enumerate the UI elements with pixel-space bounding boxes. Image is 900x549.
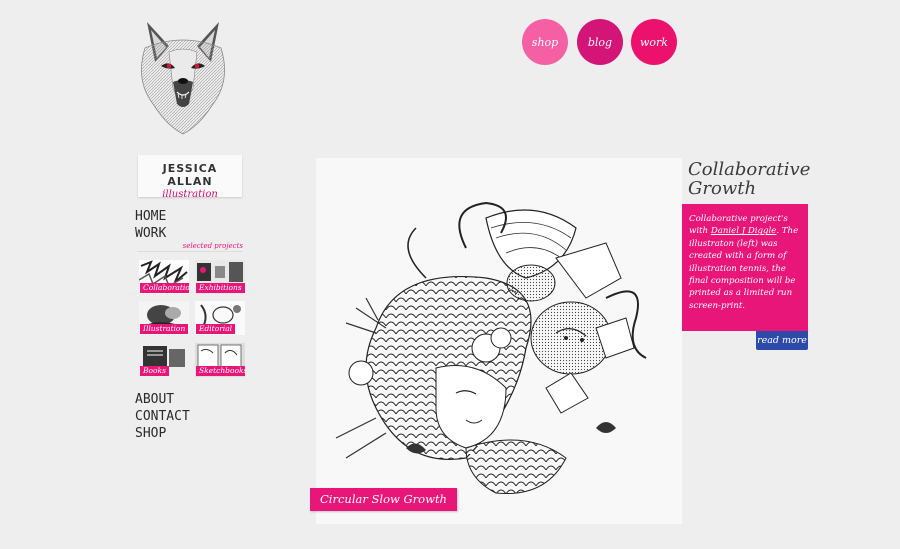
nav-work[interactable]: WORK <box>135 226 166 241</box>
thumb-collaboration[interactable]: Collaboration <box>139 260 189 294</box>
thumb-illustration[interactable]: Illustration <box>139 301 189 335</box>
project-description: Collaborative project's with Daniel J Di… <box>689 213 804 312</box>
brand-name: JESSICA ALLAN <box>162 162 218 188</box>
thumb-sketchbooks[interactable]: Sketchbooks <box>195 343 245 377</box>
project-title: Collaborative Growth <box>688 159 811 199</box>
thumb-label: Exhibitions <box>196 283 245 293</box>
thumb-editorial[interactable]: Editorial <box>195 301 245 335</box>
read-more-button[interactable]: read more <box>756 331 808 350</box>
brand-card[interactable]: JESSICA ALLAN illustration <box>138 155 242 200</box>
wolf-logo[interactable] <box>133 18 233 138</box>
image-caption[interactable]: Circular Slow Growth <box>310 488 457 511</box>
nav-about[interactable]: ABOUT <box>135 392 174 407</box>
thumb-books[interactable]: Books <box>139 343 189 377</box>
featured-illustration[interactable] <box>316 158 682 524</box>
selected-projects-heading: selected projects <box>137 242 243 252</box>
work-nav-button[interactable]: work <box>631 19 677 65</box>
description-text-continued: . The illustraton (left) was created wit… <box>689 226 799 311</box>
brand-tagline: illustration <box>162 189 218 200</box>
thumb-label: Collaboration <box>140 283 189 293</box>
nav-contact[interactable]: CONTACT <box>135 409 190 424</box>
thumb-label: Books <box>140 366 169 376</box>
project-description-box: Collaborative project's with Daniel J Di… <box>682 204 808 331</box>
blog-nav-button[interactable]: blog <box>577 19 623 65</box>
collaborator-link[interactable]: Daniel J Diggle <box>711 226 777 236</box>
nav-shop[interactable]: SHOP <box>135 426 166 441</box>
shop-nav-button[interactable]: shop <box>522 19 568 65</box>
thumb-label: Sketchbooks <box>196 366 245 376</box>
thumb-label: Editorial <box>196 324 236 334</box>
thumb-label: Illustration <box>140 324 189 334</box>
thumb-exhibitions[interactable]: Exhibitions <box>195 260 245 294</box>
nav-home[interactable]: HOME <box>135 209 166 224</box>
